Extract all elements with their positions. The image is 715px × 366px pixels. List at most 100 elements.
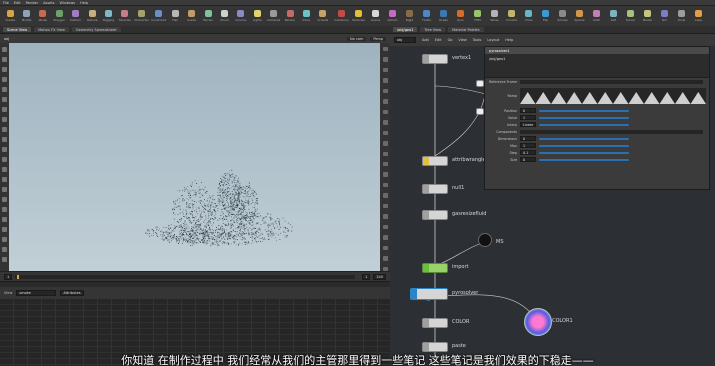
shelf-tool[interactable]: Drive: [299, 8, 313, 24]
parameter-field[interactable]: 0: [520, 157, 536, 162]
shelf-tool[interactable]: Rigid: [402, 8, 417, 24]
view-tool-icon[interactable]: [382, 120, 388, 125]
shelf-tool[interactable]: Polygon: [52, 8, 66, 24]
parameter-field[interactable]: Linear: [520, 122, 536, 127]
node-vertex1[interactable]: [422, 54, 448, 64]
view-tool-icon[interactable]: [2, 87, 7, 92]
view-tool-icon[interactable]: [2, 77, 7, 82]
ramp-editor[interactable]: [520, 88, 706, 104]
view-tool-icon[interactable]: [382, 193, 388, 198]
parameter-field[interactable]: [520, 129, 703, 134]
menu-item[interactable]: Assets: [43, 1, 54, 5]
view-tool-icon[interactable]: [2, 57, 7, 62]
filter-label[interactable]: Attributes: [60, 290, 84, 296]
view-tool-icon[interactable]: [2, 117, 7, 122]
menu-item[interactable]: Render: [26, 1, 38, 5]
shelf-tool[interactable]: Cloud: [217, 8, 231, 24]
node-small[interactable]: [476, 108, 484, 115]
pane-tab[interactable]: Scene View: [3, 27, 32, 32]
shelf-tool[interactable]: Vellum: [385, 8, 400, 24]
view-tool-icon[interactable]: [2, 227, 7, 232]
shelf-tool[interactable]: Drive: [521, 8, 536, 24]
view-tool-icon[interactable]: [382, 245, 388, 251]
menu-item[interactable]: Windows: [60, 1, 76, 5]
view-tool-icon[interactable]: [2, 217, 7, 222]
parameter-field[interactable]: 0: [520, 108, 536, 113]
frame-field[interactable]: 1: [4, 273, 13, 280]
network-menu[interactable]: Add: [422, 38, 429, 42]
view-tool-icon[interactable]: [382, 130, 388, 136]
shelf-tool[interactable]: Flip: [538, 8, 553, 24]
shelf-tool[interactable]: Cameras: [266, 8, 280, 24]
view-tool-icon[interactable]: [382, 235, 388, 240]
node-color1[interactable]: [524, 308, 552, 336]
perspective-menu[interactable]: Persp: [370, 36, 386, 41]
shelf-tool[interactable]: Rigging: [101, 8, 115, 24]
shelf-tool[interactable]: Sparse: [572, 8, 587, 24]
view-tool-icon[interactable]: [382, 203, 388, 209]
view-tool-icon[interactable]: [382, 141, 388, 146]
network-menu[interactable]: Edit: [435, 38, 442, 42]
pane-tab[interactable]: Geometry Spreadsheet: [71, 27, 121, 32]
view-tool-icon[interactable]: [2, 207, 7, 212]
view-tool-icon[interactable]: [2, 257, 7, 262]
view-tool-icon[interactable]: [2, 67, 7, 72]
view-tool-icon[interactable]: [382, 109, 388, 115]
pane-tab[interactable]: /obj/geo1: [393, 27, 418, 32]
view-tool-icon[interactable]: [2, 167, 7, 172]
view-tool-icon[interactable]: [382, 99, 388, 104]
shelf-tool[interactable]: Terrain: [201, 8, 215, 24]
shelf-tool[interactable]: Tools: [674, 8, 689, 24]
shelf-tool[interactable]: Texture: [85, 8, 99, 24]
parameter-slider[interactable]: [539, 109, 629, 112]
parameter-slider[interactable]: [539, 123, 629, 126]
pane-tab[interactable]: Motion FX View: [34, 27, 69, 32]
view-tool-icon[interactable]: [382, 151, 388, 156]
node-small[interactable]: [476, 80, 484, 87]
view-tool-icon[interactable]: [2, 187, 7, 192]
node-attribwrangle[interactable]: [422, 156, 448, 166]
menu-item[interactable]: Help: [80, 1, 88, 5]
shelf-tool[interactable]: Render: [283, 8, 297, 24]
network-menu[interactable]: View: [458, 38, 466, 42]
parameter-slider[interactable]: [539, 151, 629, 154]
parameter-field[interactable]: 1: [520, 115, 536, 120]
shelf-tool[interactable]: Crowds: [504, 8, 519, 24]
parameter-slider[interactable]: [539, 144, 629, 147]
node-field[interactable]: smoke: [16, 290, 57, 296]
view-tool-icon[interactable]: [382, 78, 388, 83]
parameter-slider[interactable]: [539, 116, 629, 119]
view-tool-icon[interactable]: [2, 177, 7, 182]
node-color[interactable]: [422, 318, 448, 328]
parameter-slider[interactable]: [539, 158, 629, 161]
view-tool-icon[interactable]: [2, 127, 7, 132]
parameter-field[interactable]: 0: [520, 136, 536, 141]
view-tool-icon[interactable]: [382, 67, 388, 73]
parameter-field[interactable]: 0.1: [520, 150, 536, 155]
view-tool-icon[interactable]: [2, 47, 7, 52]
start-frame[interactable]: 1: [362, 273, 371, 280]
network-menu[interactable]: Help: [505, 38, 513, 42]
shelf-tool[interactable]: Bullet: [640, 8, 655, 24]
end-frame[interactable]: 240: [373, 273, 386, 280]
parameter-field[interactable]: [520, 79, 703, 84]
node-gasresizefluid[interactable]: [422, 210, 448, 220]
shelf-tool[interactable]: FEM: [470, 8, 485, 24]
scene-viewport[interactable]: [9, 43, 380, 271]
parameter-slider[interactable]: [539, 137, 629, 140]
node-ms[interactable]: [478, 233, 492, 247]
network-menu[interactable]: Go: [448, 38, 453, 42]
shelf-tool[interactable]: Lights: [250, 8, 264, 24]
menu-item[interactable]: File: [3, 1, 9, 5]
shelf-tool[interactable]: Muscles: [118, 8, 132, 24]
shelf-tool[interactable]: Constraints: [151, 8, 166, 24]
shelf-tool[interactable]: Solver: [623, 8, 638, 24]
shelf-tool[interactable]: Model: [36, 8, 50, 24]
view-tool-icon[interactable]: [382, 224, 388, 230]
camera-menu[interactable]: No cam: [347, 36, 367, 41]
shelf-tool[interactable]: Collisions: [334, 8, 349, 24]
view-tool-icon[interactable]: [382, 47, 388, 52]
timeline-slider[interactable]: [15, 274, 356, 279]
shelf-tool[interactable]: Ocean: [436, 8, 451, 24]
view-tool-icon[interactable]: [2, 107, 7, 112]
